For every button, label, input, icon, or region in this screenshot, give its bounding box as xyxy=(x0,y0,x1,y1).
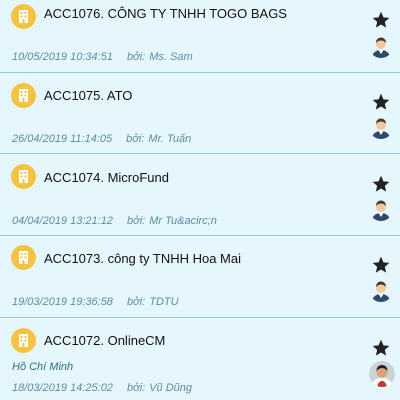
account-title: ACC1072. OnlineCM xyxy=(44,333,166,348)
building-icon xyxy=(11,164,36,189)
author-name: Mr. Tuấn xyxy=(148,133,192,145)
star-icon[interactable] xyxy=(371,10,391,30)
user-avatar xyxy=(369,278,393,302)
list-item[interactable]: ACC1074. MicroFund 04/04/2019 13:21:12 bở… xyxy=(0,155,400,236)
by-label: bởi: xyxy=(126,133,145,145)
list-item[interactable]: ACC1075. ATO 26/04/2019 11:14:05 bởi: Mr. … xyxy=(0,73,400,154)
account-location: Hồ Chí Minh xyxy=(12,361,74,373)
user-avatar xyxy=(369,34,393,58)
list-item[interactable]: ACC1073. công ty TNHH Hoa Mai 19/03/2019… xyxy=(0,237,400,318)
created-date: 18/03/2019 14:25:02 xyxy=(12,382,113,394)
meta-row: 18/03/2019 14:25:02 bởi: Vũ Dũng xyxy=(12,382,192,394)
account-title: ACC1076. CÔNG TY TNHH TOGO BAGS xyxy=(44,6,287,21)
building-icon xyxy=(11,4,36,29)
list-item[interactable]: ACC1076. CÔNG TY TNHH TOGO BAGS 10/05/20… xyxy=(0,0,400,73)
star-icon[interactable] xyxy=(371,338,391,358)
user-avatar xyxy=(369,115,393,139)
account-title: ACC1074. MicroFund xyxy=(44,170,169,185)
meta-row: 04/04/2019 13:21:12 bởi: Mr Tu&acirc;n xyxy=(12,215,217,227)
list-item[interactable]: ACC1072. OnlineCM Hồ Chí Minh 18/03/2019… xyxy=(0,319,400,400)
by-label: bởi: xyxy=(126,215,146,227)
author-name: Mr Tu&acirc;n xyxy=(149,215,217,227)
meta-row: 26/04/2019 11:14:05 bởi: Mr. Tuấn xyxy=(12,133,191,145)
account-title: ACC1073. công ty TNHH Hoa Mai xyxy=(44,251,242,266)
by-label: bởi: xyxy=(126,382,146,394)
meta-row: 19/03/2019 19:36:58 bởi: TDTU xyxy=(12,296,179,308)
star-icon[interactable] xyxy=(371,255,391,275)
building-icon xyxy=(11,328,36,353)
meta-row: 10/05/2019 10:34:51 bởi: Ms. Sam xyxy=(12,51,193,63)
by-label: bởi: xyxy=(126,51,146,63)
author-name: TDTU xyxy=(149,296,179,308)
author-name: Ms. Sam xyxy=(149,51,193,63)
building-icon xyxy=(11,83,36,108)
created-date: 19/03/2019 19:36:58 xyxy=(12,296,113,308)
created-date: 04/04/2019 13:21:12 xyxy=(12,215,113,227)
account-title: ACC1075. ATO xyxy=(44,88,133,103)
star-icon[interactable] xyxy=(371,92,391,112)
account-list: ACC1076. CÔNG TY TNHH TOGO BAGS 10/05/20… xyxy=(0,0,400,400)
user-avatar xyxy=(369,197,393,221)
star-icon[interactable] xyxy=(371,174,391,194)
created-date: 10/05/2019 10:34:51 xyxy=(12,51,113,63)
created-date: 26/04/2019 11:14:05 xyxy=(12,133,113,145)
user-photo-avatar xyxy=(369,361,395,387)
author-name: Vũ Dũng xyxy=(149,382,193,394)
building-icon xyxy=(11,245,36,270)
by-label: bởi: xyxy=(126,296,146,308)
